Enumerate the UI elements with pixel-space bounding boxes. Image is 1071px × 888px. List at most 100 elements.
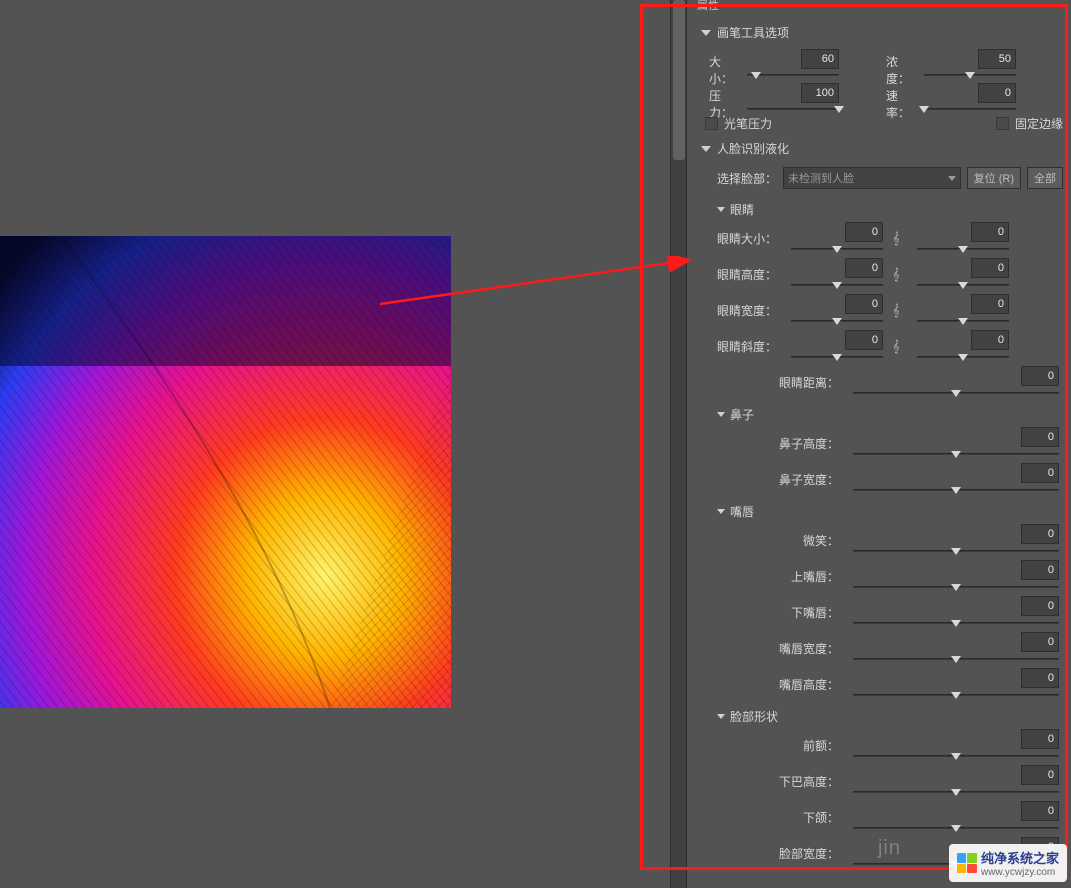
brush-rate-input[interactable]: 0: [978, 83, 1016, 103]
nose-height-slider[interactable]: [853, 449, 1059, 459]
eye-distance-slider[interactable]: [853, 388, 1059, 398]
watermark: 纯净系统之家 www.ycwjzy.com: [949, 844, 1067, 882]
section-brush-options[interactable]: 画笔工具选项: [687, 20, 1071, 45]
chevron-down-icon: [717, 509, 725, 514]
link-icon[interactable]: 𝄞: [889, 228, 903, 248]
watermark-ghost: jin: [878, 837, 901, 860]
brush-rate-label: 速率：: [886, 87, 920, 121]
upper-lip-label: 上嘴唇：: [707, 568, 839, 585]
mouth-width-slider[interactable]: [853, 654, 1059, 664]
mouth-height-label: 嘴唇高度：: [707, 676, 839, 693]
eye-height-right-input[interactable]: 0: [971, 258, 1009, 278]
lower-lip-slider[interactable]: [853, 618, 1059, 628]
smile-label: 微笑：: [707, 532, 839, 549]
eye-size-left-input[interactable]: 0: [845, 222, 883, 242]
brush-size-slider[interactable]: [747, 70, 839, 82]
smile-slider[interactable]: [853, 546, 1059, 556]
mouth-height-input[interactable]: 0: [1021, 668, 1059, 688]
select-face-label: 选择脸部：: [717, 170, 777, 187]
chin-height-slider[interactable]: [853, 787, 1059, 797]
nose-width-slider[interactable]: [853, 485, 1059, 495]
eye-width-left-input[interactable]: 0: [845, 294, 883, 314]
chin-height-label: 下巴高度：: [707, 773, 839, 790]
eye-tilt-right-slider[interactable]: [917, 352, 1009, 362]
lower-lip-label: 下嘴唇：: [707, 604, 839, 621]
brush-pressure-slider[interactable]: [747, 104, 839, 116]
lower-lip-input[interactable]: 0: [1021, 596, 1059, 616]
subsection-face-shape[interactable]: 脸部形状: [687, 702, 1071, 727]
brush-density-label: 浓度：: [886, 53, 920, 87]
brush-rate-slider[interactable]: [924, 104, 1016, 116]
chevron-down-icon: [701, 146, 711, 152]
canvas-area: [0, 0, 686, 888]
forehead-label: 前额：: [707, 737, 839, 754]
watermark-title: 纯净系统之家: [981, 848, 1059, 867]
eye-tilt-left-input[interactable]: 0: [845, 330, 883, 350]
image-preview: [0, 236, 451, 708]
eye-distance-label: 眼睛距离：: [707, 374, 839, 391]
subsection-nose[interactable]: 鼻子: [687, 400, 1071, 425]
stylus-pressure-checkbox[interactable]: [705, 117, 718, 130]
scrollbar-thumb[interactable]: [673, 0, 685, 160]
eye-size-left-slider[interactable]: [791, 244, 883, 254]
upper-lip-slider[interactable]: [853, 582, 1059, 592]
nose-width-label: 鼻子宽度：: [707, 471, 839, 488]
brush-density-slider[interactable]: [924, 70, 1016, 82]
eye-height-left-slider[interactable]: [791, 280, 883, 290]
brush-density-input[interactable]: 50: [978, 49, 1016, 69]
eye-height-right-slider[interactable]: [917, 280, 1009, 290]
eye-tilt-label: 眼睛斜度：: [707, 338, 777, 355]
brush-size-input[interactable]: 60: [801, 49, 839, 69]
subsection-title: 鼻子: [730, 406, 754, 423]
eye-size-label: 眼睛大小：: [707, 230, 777, 247]
subsection-title: 脸部形状: [730, 708, 778, 725]
upper-lip-input[interactable]: 0: [1021, 560, 1059, 580]
face-width-label: 脸部宽度：: [707, 845, 839, 862]
eye-height-left-input[interactable]: 0: [845, 258, 883, 278]
eye-tilt-left-slider[interactable]: [791, 352, 883, 362]
mouth-width-input[interactable]: 0: [1021, 632, 1059, 652]
section-title: 人脸识别液化: [717, 140, 789, 157]
eye-width-left-slider[interactable]: [791, 316, 883, 326]
chin-height-input[interactable]: 0: [1021, 765, 1059, 785]
chevron-down-icon: [717, 714, 725, 719]
logo-icon: [957, 853, 977, 873]
forehead-input[interactable]: 0: [1021, 729, 1059, 749]
select-face-value: 未检测到人脸: [788, 170, 854, 186]
smile-input[interactable]: 0: [1021, 524, 1059, 544]
jaw-input[interactable]: 0: [1021, 801, 1059, 821]
reset-button[interactable]: 复位 (R): [967, 167, 1021, 189]
eye-tilt-right-input[interactable]: 0: [971, 330, 1009, 350]
forehead-slider[interactable]: [853, 751, 1059, 761]
eye-size-right-input[interactable]: 0: [971, 222, 1009, 242]
all-button[interactable]: 全部: [1027, 167, 1063, 189]
subsection-eyes[interactable]: 眼睛: [687, 195, 1071, 220]
eye-width-right-slider[interactable]: [917, 316, 1009, 326]
eye-distance-input[interactable]: 0: [1021, 366, 1059, 386]
subsection-mouth[interactable]: 嘴唇: [687, 497, 1071, 522]
subsection-title: 眼睛: [730, 201, 754, 218]
brush-size-label: 大小：: [709, 53, 743, 87]
jaw-slider[interactable]: [853, 823, 1059, 833]
pin-edges-checkbox[interactable]: [996, 117, 1009, 130]
scrollbar-vertical[interactable]: [670, 0, 686, 888]
nose-width-input[interactable]: 0: [1021, 463, 1059, 483]
link-icon[interactable]: 𝄞: [889, 300, 903, 320]
mouth-height-slider[interactable]: [853, 690, 1059, 700]
properties-panel: 属性 画笔工具选项 大小： 60 浓度： 50: [686, 0, 1071, 888]
eye-height-label: 眼睛高度：: [707, 266, 777, 283]
chevron-down-icon: [717, 412, 725, 417]
panel-tab-properties[interactable]: 属性: [697, 0, 719, 13]
chevron-down-icon: [701, 30, 711, 36]
nose-height-input[interactable]: 0: [1021, 427, 1059, 447]
eye-width-right-input[interactable]: 0: [971, 294, 1009, 314]
select-face-dropdown[interactable]: 未检测到人脸: [783, 167, 961, 189]
link-icon[interactable]: 𝄞: [889, 264, 903, 284]
brush-pressure-input[interactable]: 100: [801, 83, 839, 103]
section-face-liquify[interactable]: 人脸识别液化: [687, 136, 1071, 161]
link-icon[interactable]: 𝄞: [889, 336, 903, 356]
chevron-down-icon: [717, 207, 725, 212]
chevron-down-icon: [948, 176, 956, 181]
eye-size-right-slider[interactable]: [917, 244, 1009, 254]
mouth-width-label: 嘴唇宽度：: [707, 640, 839, 657]
